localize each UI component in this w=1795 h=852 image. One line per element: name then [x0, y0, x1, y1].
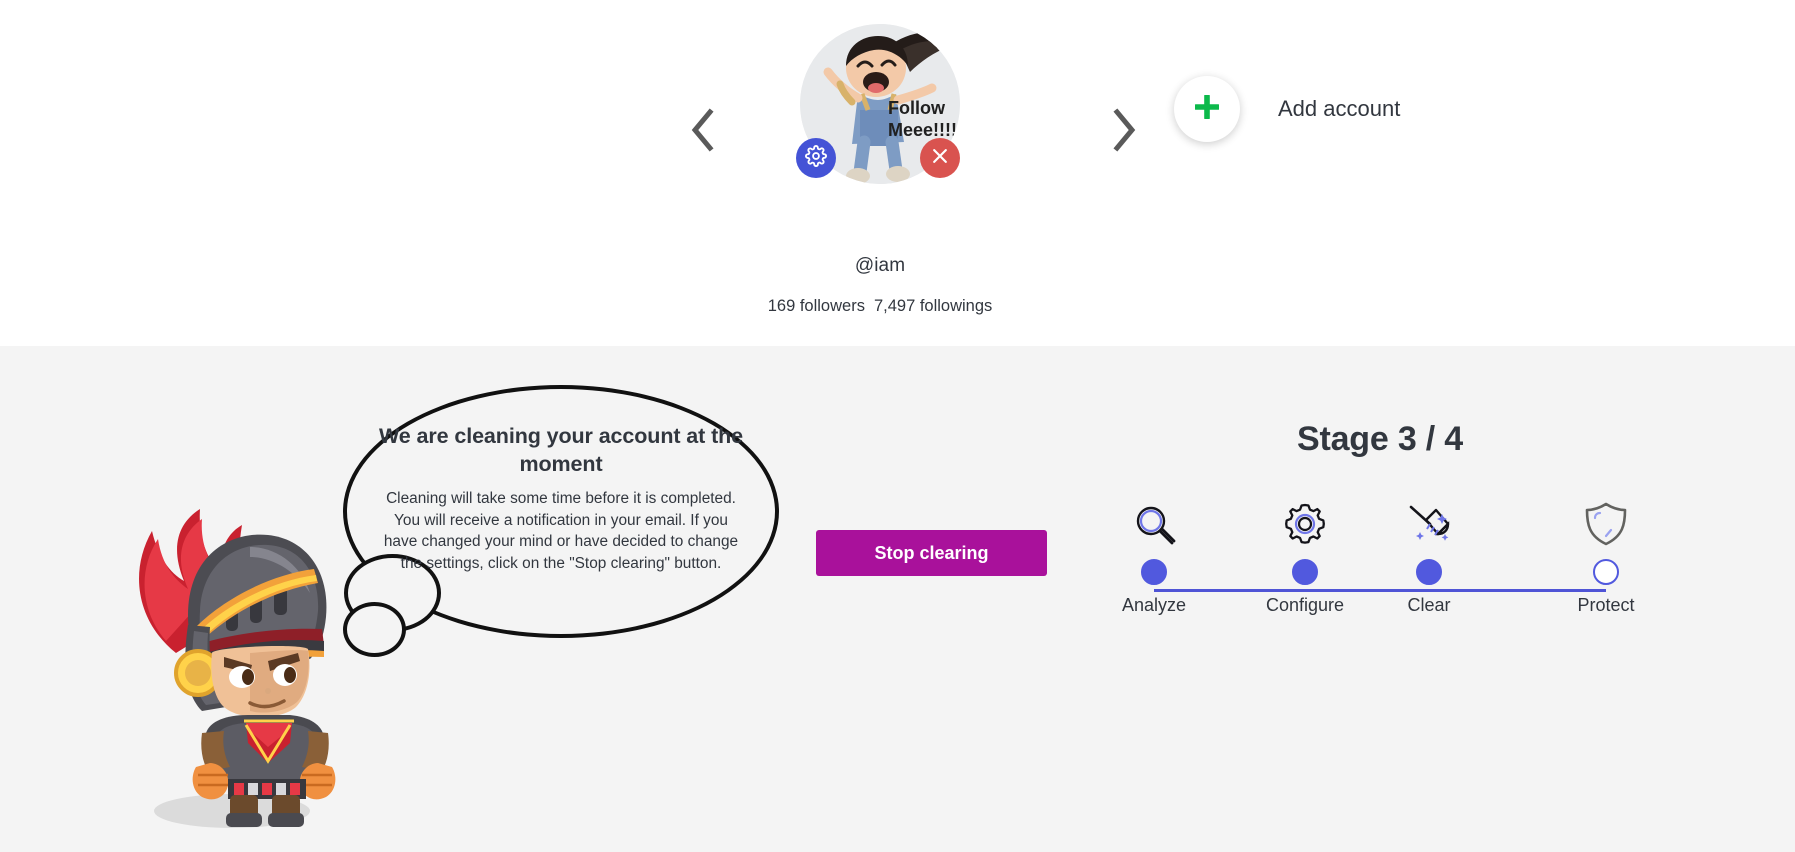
stepper-label-clear: Clear — [1407, 595, 1451, 615]
carousel-prev-button[interactable] — [679, 99, 725, 161]
stepper-step-clear[interactable]: Clear — [1359, 488, 1499, 616]
gear-icon — [805, 144, 827, 172]
bubble-body: Cleaning will take some time before it i… — [383, 490, 739, 573]
knight-mascot-image — [100, 495, 360, 835]
remove-account-button[interactable] — [920, 138, 960, 178]
shield-icon — [1536, 488, 1676, 548]
status-thought-bubble: We are cleaning your account at the mome… — [343, 385, 783, 657]
carousel-next-button[interactable] — [1101, 99, 1147, 161]
account-section: Follow Meee!!!! @iam 169 followers 7,497… — [0, 0, 1795, 346]
account-stats: 169 followers 7,497 followings — [680, 297, 1080, 316]
stepper-label-analyze: Analyze — [1121, 595, 1187, 615]
stage-stepper: Analyze Configure Clear Protect — [1110, 488, 1650, 648]
add-account-circle[interactable] — [1174, 76, 1240, 142]
stepper-label-protect: Protect — [1577, 595, 1635, 615]
add-account-label: Add account — [1278, 96, 1401, 121]
stepper-step-analyze[interactable]: Analyze — [1084, 488, 1224, 616]
avatar[interactable]: Follow Meee!!!! — [790, 14, 970, 194]
plus-icon — [1192, 92, 1222, 127]
broom-icon — [1359, 488, 1499, 548]
chevron-right-icon — [1111, 108, 1137, 152]
svg-text:Follow: Follow — [888, 98, 946, 118]
svg-text:Meee!!!!: Meee!!!! — [888, 120, 957, 140]
add-account-button[interactable]: Add account — [1174, 68, 1400, 150]
account-card[interactable]: Follow Meee!!!! @iam 169 followers 7,497… — [768, 14, 992, 315]
followings-count: 7,497 followings — [873, 297, 993, 315]
stepper-label-configure: Configure — [1265, 595, 1345, 615]
stepper-step-protect[interactable]: Protect — [1536, 488, 1676, 616]
gear-icon — [1235, 488, 1375, 548]
stage-heading: Stage 3 / 4 — [1297, 420, 1463, 458]
stepper-step-configure[interactable]: Configure — [1235, 488, 1375, 616]
stop-clearing-button[interactable]: Stop clearing — [816, 530, 1047, 576]
stepper-dot-analyze — [1141, 559, 1167, 585]
followers-count: 169 followers — [767, 297, 865, 315]
stage-progress-panel: Stage 3 / 4 Analyze Configure Clear Prot… — [1110, 420, 1650, 680]
account-handle: @iam — [854, 255, 906, 276]
bubble-text: We are cleaning your account at the mome… — [377, 423, 745, 575]
stepper-dot-protect — [1593, 559, 1619, 585]
close-icon — [930, 146, 950, 171]
chevron-left-icon — [689, 108, 715, 152]
stepper-dot-clear — [1416, 559, 1442, 585]
bubble-tail-small-circle — [343, 602, 406, 657]
account-carousel: Follow Meee!!!! @iam 169 followers 7,497… — [0, 0, 1795, 346]
stepper-dot-configure — [1292, 559, 1318, 585]
magnifier-icon — [1084, 488, 1224, 548]
account-settings-button[interactable] — [796, 138, 836, 178]
bubble-title: We are cleaning your account at the mome… — [378, 424, 744, 476]
